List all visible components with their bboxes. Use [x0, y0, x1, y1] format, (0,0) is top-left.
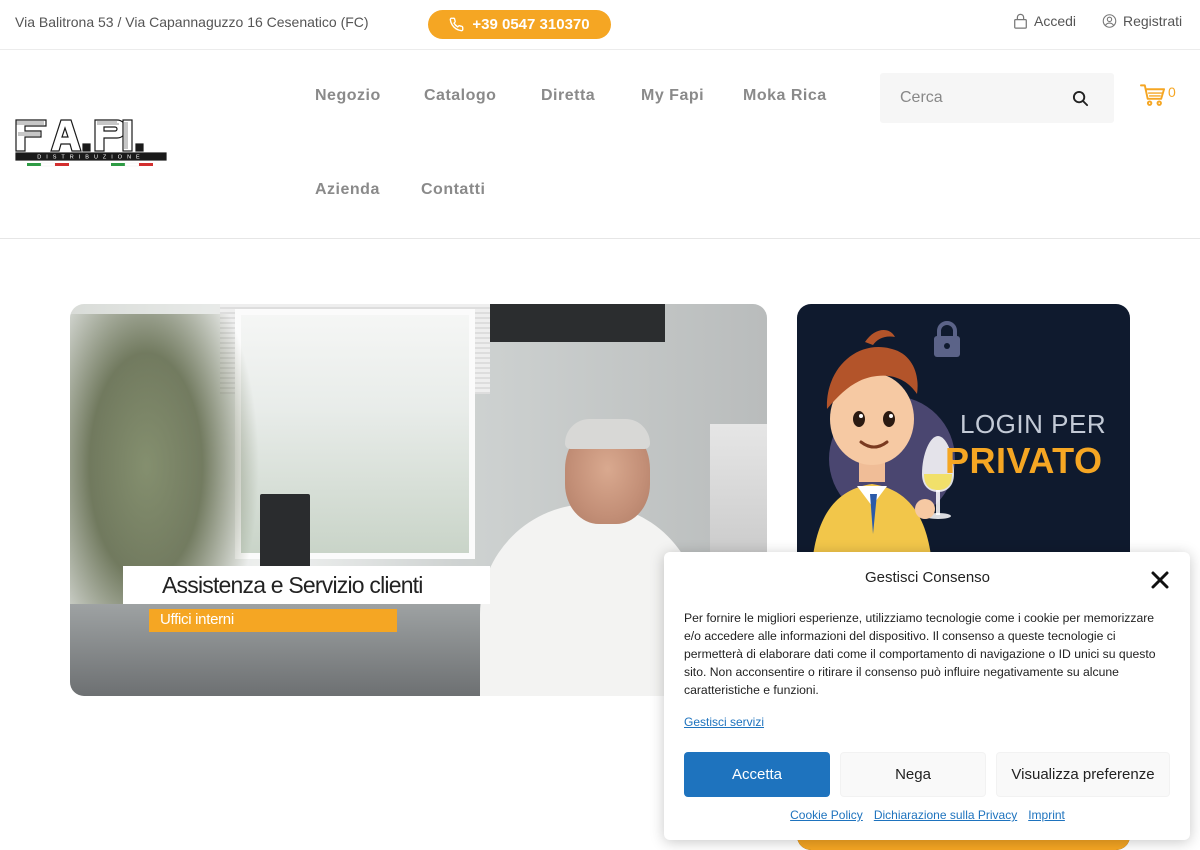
padlock-icon: [934, 321, 960, 357]
nav-azienda[interactable]: Azienda: [315, 181, 380, 199]
login-per-label: LOGIN PER: [960, 409, 1107, 439]
cookie-dialog-title: Gestisci Consenso: [864, 569, 991, 586]
wall-screen: [490, 304, 665, 342]
view-preferences-button[interactable]: Visualizza preferenze: [996, 752, 1170, 797]
logo-subtitle: DISTRIBUZIONE: [37, 155, 144, 161]
accept-button[interactable]: Accetta: [684, 752, 830, 797]
close-icon[interactable]: [1150, 570, 1170, 590]
cart-button[interactable]: 0: [1140, 83, 1176, 107]
login-label: Accedi: [1034, 13, 1077, 29]
register-link[interactable]: Registrati: [1102, 13, 1182, 29]
privato-label: PRIVATO: [945, 440, 1103, 481]
cookie-dialog-body: Per fornire le migliori esperienze, util…: [684, 611, 1156, 697]
user-circle-icon: [1102, 14, 1117, 28]
phone-icon: [450, 17, 464, 32]
phone-button[interactable]: +39 0547 310370: [428, 10, 611, 39]
nav-moka-rica[interactable]: Moka Rica: [743, 87, 827, 105]
top-bar: Via Balitrona 53 / Via Capannaguzzo 16 C…: [0, 0, 1200, 50]
cookie-consent-dialog: Gestisci Consenso Per fornire le miglior…: [664, 552, 1190, 840]
cookie-policy-link[interactable]: Cookie Policy: [790, 808, 863, 822]
nav-my-fapi[interactable]: My Fapi: [641, 87, 704, 105]
site-header: DISTRIBUZIONE Negozio Catalogo Diretta M…: [0, 50, 1200, 239]
phone-number: +39 0547 310370: [472, 16, 590, 33]
register-label: Registrati: [1123, 13, 1183, 29]
cart-count: 0: [1168, 84, 1176, 100]
fapi-logo[interactable]: DISTRIBUZIONE: [15, 118, 167, 168]
search-icon[interactable]: [1072, 90, 1089, 107]
manage-services-link[interactable]: Gestisci servizi: [684, 715, 764, 729]
lock-icon: [1014, 13, 1027, 29]
search-box: [880, 73, 1114, 123]
assistance-banner[interactable]: Assistenza e Servizio clienti Uffici int…: [70, 304, 767, 696]
login-link[interactable]: Accedi: [1013, 13, 1076, 29]
shopping-cart-icon: [1140, 84, 1165, 106]
imprint-link[interactable]: Imprint: [1028, 808, 1065, 822]
privacy-statement-link[interactable]: Dichiarazione sulla Privacy: [874, 808, 1017, 822]
assistance-title: Assistenza e Servizio clienti: [162, 572, 423, 598]
person-hair: [565, 419, 650, 449]
deny-button[interactable]: Nega: [840, 752, 986, 797]
nav-negozio[interactable]: Negozio: [315, 87, 381, 105]
cookie-policy-links: Cookie Policy Dichiarazione sulla Privac…: [664, 808, 1191, 822]
assistance-subtitle: Uffici interni: [160, 611, 234, 628]
nav-catalogo[interactable]: Catalogo: [424, 87, 496, 105]
nav-diretta[interactable]: Diretta: [541, 87, 595, 105]
store-address: Via Balitrona 53 / Via Capannaguzzo 16 C…: [15, 14, 369, 30]
search-input[interactable]: [880, 73, 1070, 123]
nav-contatti[interactable]: Contatti: [421, 181, 485, 199]
